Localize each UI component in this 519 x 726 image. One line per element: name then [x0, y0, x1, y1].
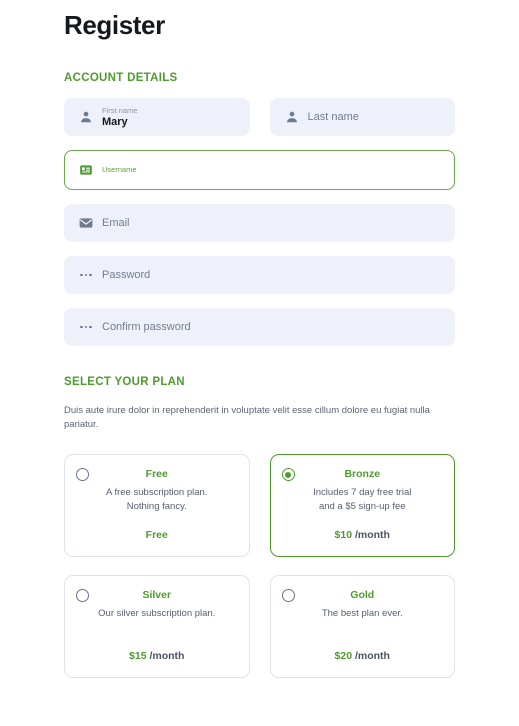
radio-silver[interactable]: [76, 589, 89, 602]
plan-price-amount: $15: [129, 650, 147, 662]
plan-price: $10 /month: [281, 529, 445, 546]
username-field-row: Username: [64, 150, 455, 190]
plan-price: $20 /month: [281, 650, 445, 667]
confirm-password-field[interactable]: Confirm password: [64, 308, 455, 346]
plan-price-amount: $10: [334, 529, 353, 541]
plan-card-silver[interactable]: Silver Our silver subscription plan. $15…: [64, 575, 250, 678]
confirm-password-body: Confirm password: [102, 321, 440, 334]
plan-price-amount: Free: [145, 529, 168, 541]
page-title: Register: [64, 10, 165, 40]
plan-price-period: /month: [354, 529, 390, 541]
plan-card-bronze[interactable]: Bronze Includes 7 day free trial and a $…: [269, 454, 455, 557]
person-icon: [79, 110, 93, 124]
first-name-value: Mary: [102, 115, 128, 128]
first-name-label: First name: [102, 105, 138, 115]
last-name-body: Last name: [308, 111, 441, 124]
plan-name: Free: [145, 468, 168, 480]
account-details-heading: ACCOUNT DETAILS: [64, 72, 178, 84]
last-name-placeholder: Last name: [307, 110, 359, 123]
email-field-row: Email: [64, 204, 455, 242]
select-plan-description: Duis aute irure dolor in reprehenderit i…: [64, 405, 430, 430]
confirm-password-field-row: Confirm password: [64, 308, 455, 346]
username-body: Username: [102, 165, 440, 175]
radio-bronze[interactable]: [281, 468, 295, 481]
plan-price: $15 /month: [75, 650, 239, 667]
name-field-row: First name Mary Last name: [64, 98, 455, 136]
email-field[interactable]: Email: [64, 204, 455, 242]
envelope-icon: [79, 216, 93, 230]
username-field[interactable]: Username: [64, 150, 455, 190]
plan-grid: Free A free subscription plan. Nothing f…: [64, 454, 455, 678]
plan-card-free[interactable]: Free A free subscription plan. Nothing f…: [64, 454, 250, 557]
email-placeholder: Email: [102, 216, 130, 229]
plan-description-line1: Includes 7 day free trial: [313, 487, 412, 498]
radio-dot: [285, 471, 291, 478]
password-field-row: Password: [64, 256, 455, 294]
plan-price-amount: $20: [334, 650, 353, 662]
plan-description-line1: Our silver subscription plan.: [98, 608, 216, 619]
radio-gold[interactable]: [281, 589, 295, 602]
plan-card-gold[interactable]: Gold The best plan ever. $20 /month: [269, 575, 455, 678]
username-label: Username: [102, 165, 137, 174]
plan-description: A free subscription plan. Nothing fancy.: [75, 486, 239, 529]
last-name-field[interactable]: Last name: [269, 98, 455, 136]
person-icon: [285, 110, 299, 124]
plan-description: Includes 7 day free trial and a $5 sign-…: [281, 486, 445, 529]
first-name-body: First name Mary: [102, 106, 235, 129]
register-page: Register ACCOUNT DETAILS First name Mary: [0, 0, 519, 726]
plan-description-line1: The best plan ever.: [321, 608, 403, 619]
dots-icon: [79, 268, 93, 282]
dots-icon: [79, 320, 93, 334]
plan-price-period: /month: [149, 650, 185, 662]
plan-description-line2: Nothing fancy.: [126, 500, 187, 512]
password-body: Password: [102, 269, 440, 282]
password-field[interactable]: Password: [64, 256, 455, 294]
id-badge-icon: [79, 163, 93, 177]
plan-name: Silver: [142, 589, 172, 601]
plan-price-period: /month: [354, 650, 390, 662]
confirm-password-placeholder: Confirm password: [102, 320, 191, 333]
email-body: Email: [102, 217, 440, 230]
plan-name: Gold: [350, 589, 375, 601]
dots-glyph: [80, 273, 92, 277]
dots-glyph: [80, 325, 92, 329]
plan-description: The best plan ever.: [281, 607, 445, 650]
plan-name: Bronze: [344, 468, 381, 480]
password-placeholder: Password: [102, 268, 151, 281]
plan-description-line1: A free subscription plan.: [106, 487, 208, 498]
plan-description: Our silver subscription plan.: [75, 607, 239, 650]
plan-description-line2: and a $5 sign-up fee: [318, 500, 406, 512]
radio-free[interactable]: [76, 468, 89, 481]
select-plan-heading: SELECT YOUR PLAN: [64, 376, 185, 388]
plan-price: Free: [75, 529, 239, 546]
first-name-field[interactable]: First name Mary: [64, 98, 250, 136]
